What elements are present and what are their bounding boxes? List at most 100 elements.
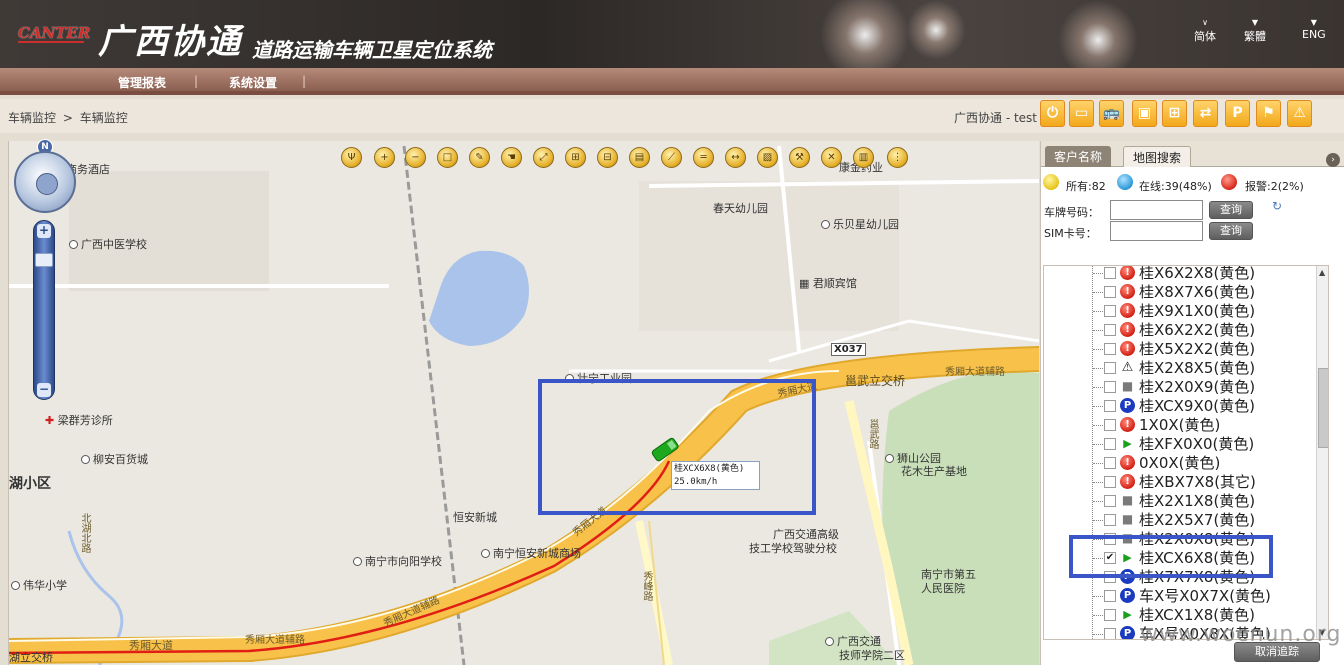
settings-icon[interactable]: ⚒ xyxy=(789,147,810,168)
vehicle-checkbox[interactable] xyxy=(1104,514,1116,526)
vehicle-icon[interactable]: ▣ xyxy=(1132,100,1157,127)
poi-label[interactable]: ✚ 梁群芳诊所 xyxy=(45,412,113,428)
vehicle-checkbox[interactable] xyxy=(1104,628,1116,639)
vehicle-tool-icon[interactable]: ▤ xyxy=(629,147,650,168)
poi-icon xyxy=(885,454,894,463)
vehicle-row[interactable]: ▶ 桂XFX0X0(黄色) xyxy=(1044,435,1314,454)
power-icon[interactable]: ⏻ xyxy=(1040,100,1065,127)
area-icon[interactable]: ▨ xyxy=(757,147,778,168)
vehicle-checkbox[interactable] xyxy=(1104,324,1116,336)
zoom-in-icon[interactable]: + xyxy=(374,147,395,168)
layer-add-icon[interactable]: ⊞ xyxy=(565,147,586,168)
measure-icon[interactable]: ✎ xyxy=(469,147,490,168)
collapse-panel-icon[interactable]: › xyxy=(1326,153,1340,167)
canter-logo: CANTER xyxy=(18,24,91,42)
vehicle-row[interactable]: ■ 桂X2X5X7(黄色) xyxy=(1044,511,1314,530)
vehicle-checkbox[interactable] xyxy=(1104,457,1116,469)
vehicle-row[interactable]: ! 桂X6X2X8(黄色) xyxy=(1044,266,1314,283)
layer-remove-icon[interactable]: ⊟ xyxy=(597,147,618,168)
tree-connector xyxy=(1093,311,1103,312)
vehicle-swap-icon[interactable]: ⇄ xyxy=(1193,100,1218,127)
bus-route-icon[interactable]: 🚌 xyxy=(1099,100,1124,127)
zoom-plus-button[interactable]: + xyxy=(37,224,51,238)
vehicle-row[interactable]: ! 桂XBX7X8(其它) xyxy=(1044,473,1314,492)
pan-control[interactable] xyxy=(14,151,76,213)
poi-label[interactable]: 南宁市向阳学校 xyxy=(353,553,442,569)
poi-label[interactable]: 伟华小学 xyxy=(11,577,67,593)
sim-input[interactable] xyxy=(1110,221,1203,241)
vehicle-checkbox[interactable] xyxy=(1104,438,1116,450)
menu-settings[interactable]: 系统设置 xyxy=(229,74,277,91)
ruler-icon[interactable]: ═ xyxy=(693,147,714,168)
tooltip-plate: 桂XCX6X8(黄色) xyxy=(674,464,745,474)
breadcrumb-current: 车辆监控 xyxy=(79,111,128,125)
vehicle-checkbox[interactable] xyxy=(1104,400,1116,412)
poi-label[interactable]: ▦ 君顺宾馆 xyxy=(799,275,857,291)
vehicle-row[interactable]: ⚠ 桂X2X8X5(黄色) xyxy=(1044,359,1314,378)
pan-center-icon[interactable] xyxy=(36,173,58,195)
distance-icon[interactable]: ↔ xyxy=(725,147,746,168)
vehicle-checkbox[interactable] xyxy=(1104,419,1116,431)
vehicle-checkbox[interactable] xyxy=(1104,609,1116,621)
vehicle-checkbox[interactable] xyxy=(1104,590,1116,602)
poi-label[interactable]: 乐贝星幼儿园 xyxy=(821,216,899,232)
parking-icon[interactable]: P xyxy=(1225,100,1250,127)
vehicle-alert-icon[interactable]: ⚑ xyxy=(1256,100,1281,127)
zoom-slider-thumb[interactable] xyxy=(35,253,53,267)
signal-tower-icon[interactable]: Ψ xyxy=(341,147,362,168)
zoom-slider[interactable]: + − xyxy=(33,220,55,400)
plate-input[interactable] xyxy=(1110,200,1203,220)
zoom-box-icon[interactable]: □ xyxy=(437,147,458,168)
zoom-out-icon[interactable]: − xyxy=(405,147,426,168)
tab-customer[interactable]: 客户名称 xyxy=(1045,146,1112,167)
poi-label[interactable]: 恒安新城 xyxy=(453,509,497,525)
zoom-minus-button[interactable]: − xyxy=(37,383,51,397)
vehicle-checkbox[interactable] xyxy=(1104,286,1116,298)
vehicle-row[interactable]: ! 桂X8X7X6(黄色) xyxy=(1044,283,1314,302)
vehicle-tree[interactable]: ! 桂X6X2X8(黄色)! 桂X8X7X6(黄色)! 桂X9X1X0(黄色)! 桂X6… xyxy=(1043,265,1329,640)
tab-map-search[interactable]: 地图搜索 xyxy=(1123,146,1192,167)
vehicle-row[interactable]: P 车X号X0X7X(黄色) xyxy=(1044,587,1314,606)
scroll-up-icon[interactable]: ▲ xyxy=(1319,268,1325,277)
poi-label[interactable]: 柳安百货城 xyxy=(81,451,148,467)
scrollbar-thumb[interactable] xyxy=(1318,368,1328,448)
tree-scrollbar[interactable]: ▲ ▼ xyxy=(1316,266,1328,639)
traffic-light-icon[interactable]: ⋮ xyxy=(887,147,908,168)
vehicle-row[interactable]: ! 0X0X(黄色) xyxy=(1044,454,1314,473)
vehicle-row[interactable]: ■ 桂X2X1X8(黄色) xyxy=(1044,492,1314,511)
vehicle-checkbox[interactable] xyxy=(1104,343,1116,355)
route-icon[interactable]: ⟋ xyxy=(661,147,682,168)
vehicle-checkbox[interactable] xyxy=(1104,381,1116,393)
pan-icon[interactable]: ☚ xyxy=(501,147,522,168)
refresh-icon[interactable]: ↻ xyxy=(1272,199,1286,213)
lang-traditional[interactable]: ▼ 繁體 xyxy=(1244,18,1266,44)
vehicle-row[interactable]: ! 桂X9X1X0(黄色) xyxy=(1044,302,1314,321)
plate-query-button[interactable]: 查询 xyxy=(1209,201,1253,219)
lang-simplified[interactable]: ∨ 简体 xyxy=(1194,18,1216,44)
breadcrumb-root[interactable]: 车辆监控 xyxy=(8,111,56,125)
menu-reports[interactable]: 管理报表 xyxy=(118,74,166,91)
clear-map-icon[interactable]: ✕ xyxy=(821,147,842,168)
map-view[interactable]: 车商务酒店 广西中医学校 ✚ 梁群芳诊所 柳安百货城 湖小区 伟华小学 南宁市向… xyxy=(8,141,1039,665)
vehicle-row[interactable]: P 桂XCX9X0(黄色) xyxy=(1044,397,1314,416)
poi-label[interactable]: 春天幼儿园 xyxy=(713,200,768,216)
tree-connector xyxy=(1093,330,1103,331)
vehicle-checkbox[interactable] xyxy=(1104,362,1116,374)
fullscreen-icon[interactable]: ⤢ xyxy=(533,147,554,168)
vehicle-checkbox[interactable] xyxy=(1104,476,1116,488)
vehicle-checkbox[interactable] xyxy=(1104,305,1116,317)
vehicle-checkbox[interactable] xyxy=(1104,495,1116,507)
vehicle-row[interactable]: ! 1X0X(黄色) xyxy=(1044,416,1314,435)
sim-query-button[interactable]: 查询 xyxy=(1209,222,1253,240)
tree-vehicles-icon[interactable]: ⊞ xyxy=(1162,100,1187,127)
bus-icon[interactable]: ▥ xyxy=(853,147,874,168)
warning-icon[interactable]: ⚠ xyxy=(1287,100,1312,127)
poi-label[interactable]: 南宁恒安新城商场 xyxy=(481,545,581,561)
vehicle-row[interactable]: ! 桂X5X2X2(黄色) xyxy=(1044,340,1314,359)
vehicle-row[interactable]: ! 桂X6X2X2(黄色) xyxy=(1044,321,1314,340)
vehicle-checkbox[interactable] xyxy=(1104,267,1116,279)
poi-label[interactable]: 广西中医学校 xyxy=(69,236,147,252)
window-icon[interactable]: ▭ xyxy=(1069,100,1094,127)
lang-english[interactable]: ▼ ENG xyxy=(1302,18,1326,41)
vehicle-row[interactable]: ■ 桂X2X0X9(黄色) xyxy=(1044,378,1314,397)
